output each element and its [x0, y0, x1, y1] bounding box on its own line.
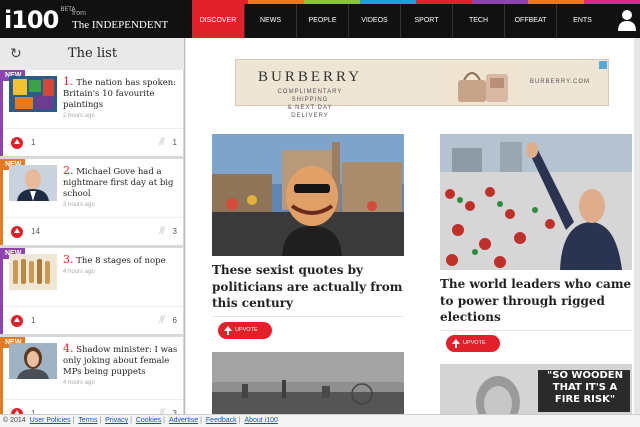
rank-number: 3. [63, 253, 74, 266]
ad-tagline-line1: COMPLIMENTARY SHIPPING [277, 89, 343, 103]
timestamp: 4 hours ago [63, 380, 95, 386]
story-card[interactable]: These sexist quotes by politicians are a… [212, 134, 404, 349]
nav-tech[interactable]: TECH [452, 4, 504, 38]
upvote-icon[interactable] [11, 226, 23, 238]
list-item-headline: 2. Michael Gove had a nightmare first da… [63, 165, 181, 210]
nav-ents[interactable]: ENTS [556, 4, 608, 38]
divider [212, 316, 404, 317]
footer-link-privacy[interactable]: Privacy [105, 417, 128, 424]
story-card[interactable]: The world leaders who came to power thro… [440, 134, 632, 364]
list-item-headline: 1. The nation has spoken: Britain's 10 f… [63, 76, 181, 121]
adchoices-icon[interactable] [599, 61, 607, 69]
share-count: 1 [172, 138, 177, 147]
separator: | [163, 417, 165, 424]
ad-tagline: COMPLIMENTARY SHIPPING & NEXT DAY DELIVER… [270, 88, 350, 120]
headline-text: The nation has spoken: Britain's 10 favo… [63, 78, 177, 110]
timestamp: 3 hours ago [63, 202, 95, 208]
divider [440, 330, 632, 331]
footer-link-advertise[interactable]: Advertise [169, 417, 198, 424]
scrollbar[interactable] [634, 38, 640, 414]
the-list-panel: ↻ The list NEW 1. The nation has spoken:… [0, 38, 185, 423]
headline-text: The 8 stages of nope [76, 256, 166, 266]
from-label: from [72, 10, 86, 17]
footer-link-cookies[interactable]: Cookies [136, 417, 161, 424]
ad-domain: BURBERRY.COM [529, 79, 590, 85]
nav-news[interactable]: NEWS [244, 4, 296, 38]
burberry-ad-banner[interactable]: BURBERRY COMPLIMENTARY SHIPPING & NEXT DA… [235, 59, 609, 119]
top-header: i100 BETA from The INDEPENDENT DISCOVER N… [0, 0, 640, 38]
footer-link-user-policies[interactable]: User Policies [30, 417, 71, 424]
story-image [212, 134, 404, 256]
list-item[interactable]: NEW 2. Michael Gove had a nightmare firs… [0, 159, 183, 245]
stages-of-nope-thumbnail [9, 254, 57, 290]
list-item[interactable]: NEW 4. Shadow minister: I was only jokin… [0, 337, 183, 423]
list-item-footer: 1 ⫻ 1 [3, 128, 183, 156]
ad-brand: BURBERRY [258, 69, 363, 85]
rank-number: 4. [63, 342, 74, 355]
i100-logo[interactable]: i100 BETA [4, 6, 76, 34]
separator: | [130, 417, 132, 424]
list-item[interactable]: NEW 3. The 8 stages of nope 4 hours ago … [0, 248, 183, 334]
user-icon[interactable] [618, 9, 636, 31]
share-icon[interactable]: ⫻ [159, 137, 165, 148]
share-icon[interactable]: ⫻ [159, 315, 165, 326]
page-footer: © 2014 User Policies | Terms | Privacy | Co… [0, 414, 640, 427]
ad-tagline-line2: & NEXT DAY DELIVERY [287, 105, 333, 119]
main-content: BURBERRY COMPLIMENTARY SHIPPING & NEXT DA… [186, 38, 640, 414]
quote-overlay: "SO WOODEN THAT IT'S A FIRE RISK" [547, 370, 623, 405]
list-item-footer: 14 ⫻ 3 [3, 217, 183, 245]
upvote-button[interactable]: UPVOTE [446, 335, 500, 352]
nav-people[interactable]: PEOPLE [296, 4, 348, 38]
nav-discover[interactable]: DISCOVER [192, 4, 244, 38]
rank-number: 1. [63, 75, 74, 88]
footer-link-about[interactable]: About i100 [244, 417, 277, 424]
footer-link-feedback[interactable]: Feedback [206, 417, 237, 424]
timestamp: 2 hours ago [63, 113, 95, 119]
share-count: 6 [172, 316, 177, 325]
copyright: © 2014 [3, 417, 26, 424]
upvote-count: 1 [31, 138, 36, 147]
separator: | [200, 417, 202, 424]
share-icon[interactable]: ⫻ [159, 226, 165, 237]
separator: | [72, 417, 75, 424]
upvote-icon[interactable] [11, 315, 23, 327]
handbag-image [446, 64, 524, 104]
story-image [440, 134, 632, 270]
upvote-icon[interactable] [11, 137, 23, 149]
story-image [212, 352, 404, 414]
main-nav: DISCOVER NEWS PEOPLE VIDEOS SPORT TECH O… [192, 4, 608, 38]
upvote-button[interactable]: UPVOTE [218, 322, 272, 339]
nav-videos[interactable]: VIDEOS [348, 4, 400, 38]
michael-gove-thumbnail [9, 165, 57, 201]
story-title[interactable]: These sexist quotes by politicians are a… [212, 262, 404, 312]
logo-text: i100 [4, 6, 59, 34]
nav-offbeat[interactable]: OFFBEAT [504, 4, 556, 38]
story-card[interactable]: "SO WOODEN THAT IT'S A FIRE RISK" [440, 364, 632, 414]
independent-logo[interactable]: The INDEPENDENT [72, 19, 168, 31]
refresh-icon[interactable]: ↻ [10, 45, 22, 62]
story-title[interactable]: The world leaders who came to power thro… [440, 276, 636, 326]
headline-text: Michael Gove had a nightmare first day a… [63, 167, 174, 199]
list-item-footer: 1 ⫻ 6 [3, 306, 183, 334]
share-count: 3 [172, 227, 177, 236]
upvote-count: 1 [31, 316, 36, 325]
list-item-headline: 3. The 8 stages of nope 4 hours ago [63, 254, 181, 277]
list-item-headline: 4. Shadow minister: I was only joking ab… [63, 343, 181, 388]
shadow-minister-thumbnail [9, 343, 57, 379]
paintings-thumbnail [9, 76, 57, 112]
headline-text: Shadow minister: I was only joking about… [63, 345, 178, 377]
rank-number: 2. [63, 164, 74, 177]
panel-title: The list [68, 46, 118, 61]
timestamp: 4 hours ago [63, 269, 95, 275]
nav-sport[interactable]: SPORT [400, 4, 452, 38]
publisher-name: The INDEPENDENT [72, 19, 169, 31]
story-card[interactable] [212, 352, 404, 414]
upvote-count: 14 [31, 227, 40, 236]
list-item[interactable]: NEW 1. The nation has spoken: Britain's … [0, 70, 183, 156]
separator: | [238, 417, 241, 424]
separator: | [99, 417, 102, 424]
footer-link-terms[interactable]: Terms [78, 417, 97, 424]
panel-header: ↻ The list [0, 38, 184, 70]
